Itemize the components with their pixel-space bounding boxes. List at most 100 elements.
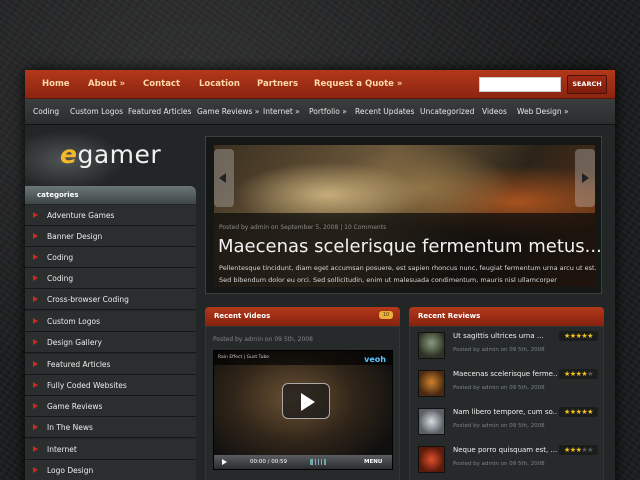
star-rating: ★★★★★ xyxy=(559,407,598,417)
subnav-videos[interactable]: Videos xyxy=(482,99,507,125)
site-logo[interactable]: egamer xyxy=(60,140,161,170)
top-navigation: Home About » Contact Location Partners R… xyxy=(25,70,615,99)
category-label: Coding xyxy=(47,274,74,283)
video-title: Rain Effect | Gust Tube xyxy=(218,355,270,360)
bullet-arrow-icon xyxy=(33,403,38,409)
slider-next-button[interactable] xyxy=(575,149,595,207)
play-button[interactable] xyxy=(282,383,330,419)
volume-icon[interactable] xyxy=(310,459,326,465)
bullet-arrow-icon xyxy=(33,339,38,345)
star-icon: ★ xyxy=(587,408,593,416)
bullet-arrow-icon xyxy=(33,275,38,281)
category-item[interactable]: Fully Coded Websites xyxy=(25,375,196,396)
review-item[interactable]: Neque porro quisquam est, ... Posted by … xyxy=(418,445,598,480)
logo-e: e xyxy=(60,140,78,169)
bullet-arrow-icon xyxy=(33,446,38,452)
video-player[interactable]: Rain Effect | Gust Tube veoh 00:00 / 00:5… xyxy=(213,350,393,470)
review-thumbnail[interactable] xyxy=(418,370,445,397)
category-navigation: Coding Custom Logos Featured Articles Ga… xyxy=(25,99,615,125)
review-meta: Posted by admin on 09 5th, 2008 xyxy=(453,385,545,391)
slider-prev-button[interactable] xyxy=(214,149,234,207)
subnav-web-design[interactable]: Web Design » xyxy=(517,99,569,125)
category-label: In The News xyxy=(47,423,93,432)
subnav-coding[interactable]: Coding xyxy=(33,99,59,125)
review-item[interactable]: Nam libero tempore, cum so... Posted by … xyxy=(418,407,598,442)
review-item[interactable]: Ut sagittis ultrices urna ... Posted by … xyxy=(418,331,598,366)
nav-request-quote[interactable]: Request a Quote » xyxy=(314,70,402,99)
logo-text: gamer xyxy=(77,140,162,169)
subnav-recent-updates[interactable]: Recent Updates xyxy=(355,99,414,125)
video-controls: 00:00 / 00:59 MENU xyxy=(214,455,392,469)
category-item[interactable]: Logo Design xyxy=(25,460,196,480)
bullet-arrow-icon xyxy=(33,382,38,388)
star-icon: ★ xyxy=(587,332,593,340)
play-icon[interactable] xyxy=(222,459,227,465)
category-label: Coding xyxy=(47,253,74,262)
category-item[interactable]: Custom Logos xyxy=(25,311,196,332)
category-label: Logo Design xyxy=(47,466,94,475)
category-label: Custom Logos xyxy=(47,317,101,326)
chevron-left-icon xyxy=(219,173,226,183)
review-title[interactable]: Maecenas scelerisque ferme... xyxy=(453,370,557,378)
subnav-portfolio[interactable]: Portfolio » xyxy=(309,99,347,125)
bullet-arrow-icon xyxy=(33,212,38,218)
review-meta: Posted by admin on 09 5th, 2008 xyxy=(453,423,545,429)
category-item[interactable]: Internet xyxy=(25,439,196,460)
subnav-featured-articles[interactable]: Featured Articles xyxy=(128,99,191,125)
category-label: Featured Articles xyxy=(47,360,111,369)
nav-contact[interactable]: Contact xyxy=(143,70,180,99)
category-label: Cross-browser Coding xyxy=(47,295,129,304)
categories-heading: categories xyxy=(25,186,196,204)
category-label: Design Gallery xyxy=(47,338,102,347)
star-icon: ★ xyxy=(587,446,593,454)
review-title[interactable]: Nam libero tempore, cum so... xyxy=(453,408,557,416)
category-label: Fully Coded Websites xyxy=(47,381,127,390)
search-button[interactable]: SEARCH xyxy=(567,75,607,94)
review-meta: Posted by admin on 09 5th, 2008 xyxy=(453,461,545,467)
subnav-internet[interactable]: Internet » xyxy=(263,99,300,125)
slide-title[interactable]: Maecenas scelerisque fermentum metus... xyxy=(218,236,602,257)
comment-badge[interactable]: 10 xyxy=(379,311,393,319)
subnav-game-reviews[interactable]: Game Reviews » xyxy=(197,99,259,125)
bullet-arrow-icon xyxy=(33,254,38,260)
category-item[interactable]: Game Reviews xyxy=(25,396,196,417)
nav-partners[interactable]: Partners xyxy=(257,70,298,99)
category-label: Game Reviews xyxy=(47,402,103,411)
nav-about[interactable]: About » xyxy=(88,70,125,99)
category-item[interactable]: Coding xyxy=(25,247,196,268)
category-item[interactable]: Design Gallery xyxy=(25,332,196,353)
category-label: Banner Design xyxy=(47,232,103,241)
subnav-uncategorized[interactable]: Uncategorized xyxy=(420,99,474,125)
search-input[interactable] xyxy=(479,77,561,92)
subnav-custom-logos[interactable]: Custom Logos xyxy=(70,99,123,125)
recent-reviews-heading: Recent Reviews xyxy=(409,307,604,326)
category-item[interactable]: Banner Design xyxy=(25,226,196,247)
slide-meta: Posted by admin on September 5, 2008 | 1… xyxy=(219,224,387,231)
review-title[interactable]: Ut sagittis ultrices urna ... xyxy=(453,332,557,340)
bullet-arrow-icon xyxy=(33,467,38,473)
category-label: Adventure Games xyxy=(47,211,115,220)
review-thumbnail[interactable] xyxy=(418,446,445,473)
nav-location[interactable]: Location xyxy=(199,70,240,99)
review-item[interactable]: Maecenas scelerisque ferme... Posted by … xyxy=(418,369,598,404)
star-rating: ★★★★★ xyxy=(559,331,598,341)
nav-home[interactable]: Home xyxy=(42,70,70,99)
category-item[interactable]: Adventure Games xyxy=(25,205,196,226)
bullet-arrow-icon xyxy=(33,233,38,239)
video-menu-button[interactable]: MENU xyxy=(364,455,382,469)
category-item[interactable]: In The News xyxy=(25,417,196,438)
video-time: 00:00 / 00:59 xyxy=(250,459,288,465)
review-thumbnail[interactable] xyxy=(418,408,445,435)
review-thumbnail[interactable] xyxy=(418,332,445,359)
bullet-arrow-icon xyxy=(33,361,38,367)
category-item[interactable]: Featured Articles xyxy=(25,354,196,375)
review-title[interactable]: Neque porro quisquam est, ... xyxy=(453,446,557,454)
category-item[interactable]: Coding xyxy=(25,268,196,289)
review-meta: Posted by admin on 09 5th, 2008 xyxy=(453,347,545,353)
chevron-right-icon xyxy=(582,173,589,183)
star-rating: ★★★★★ xyxy=(559,445,598,455)
category-item[interactable]: Cross-browser Coding xyxy=(25,289,196,310)
bullet-arrow-icon xyxy=(33,318,38,324)
slide-excerpt: Pellentesque tincidunt, diam eget accums… xyxy=(219,264,597,284)
veoh-logo[interactable]: veoh xyxy=(364,353,386,367)
